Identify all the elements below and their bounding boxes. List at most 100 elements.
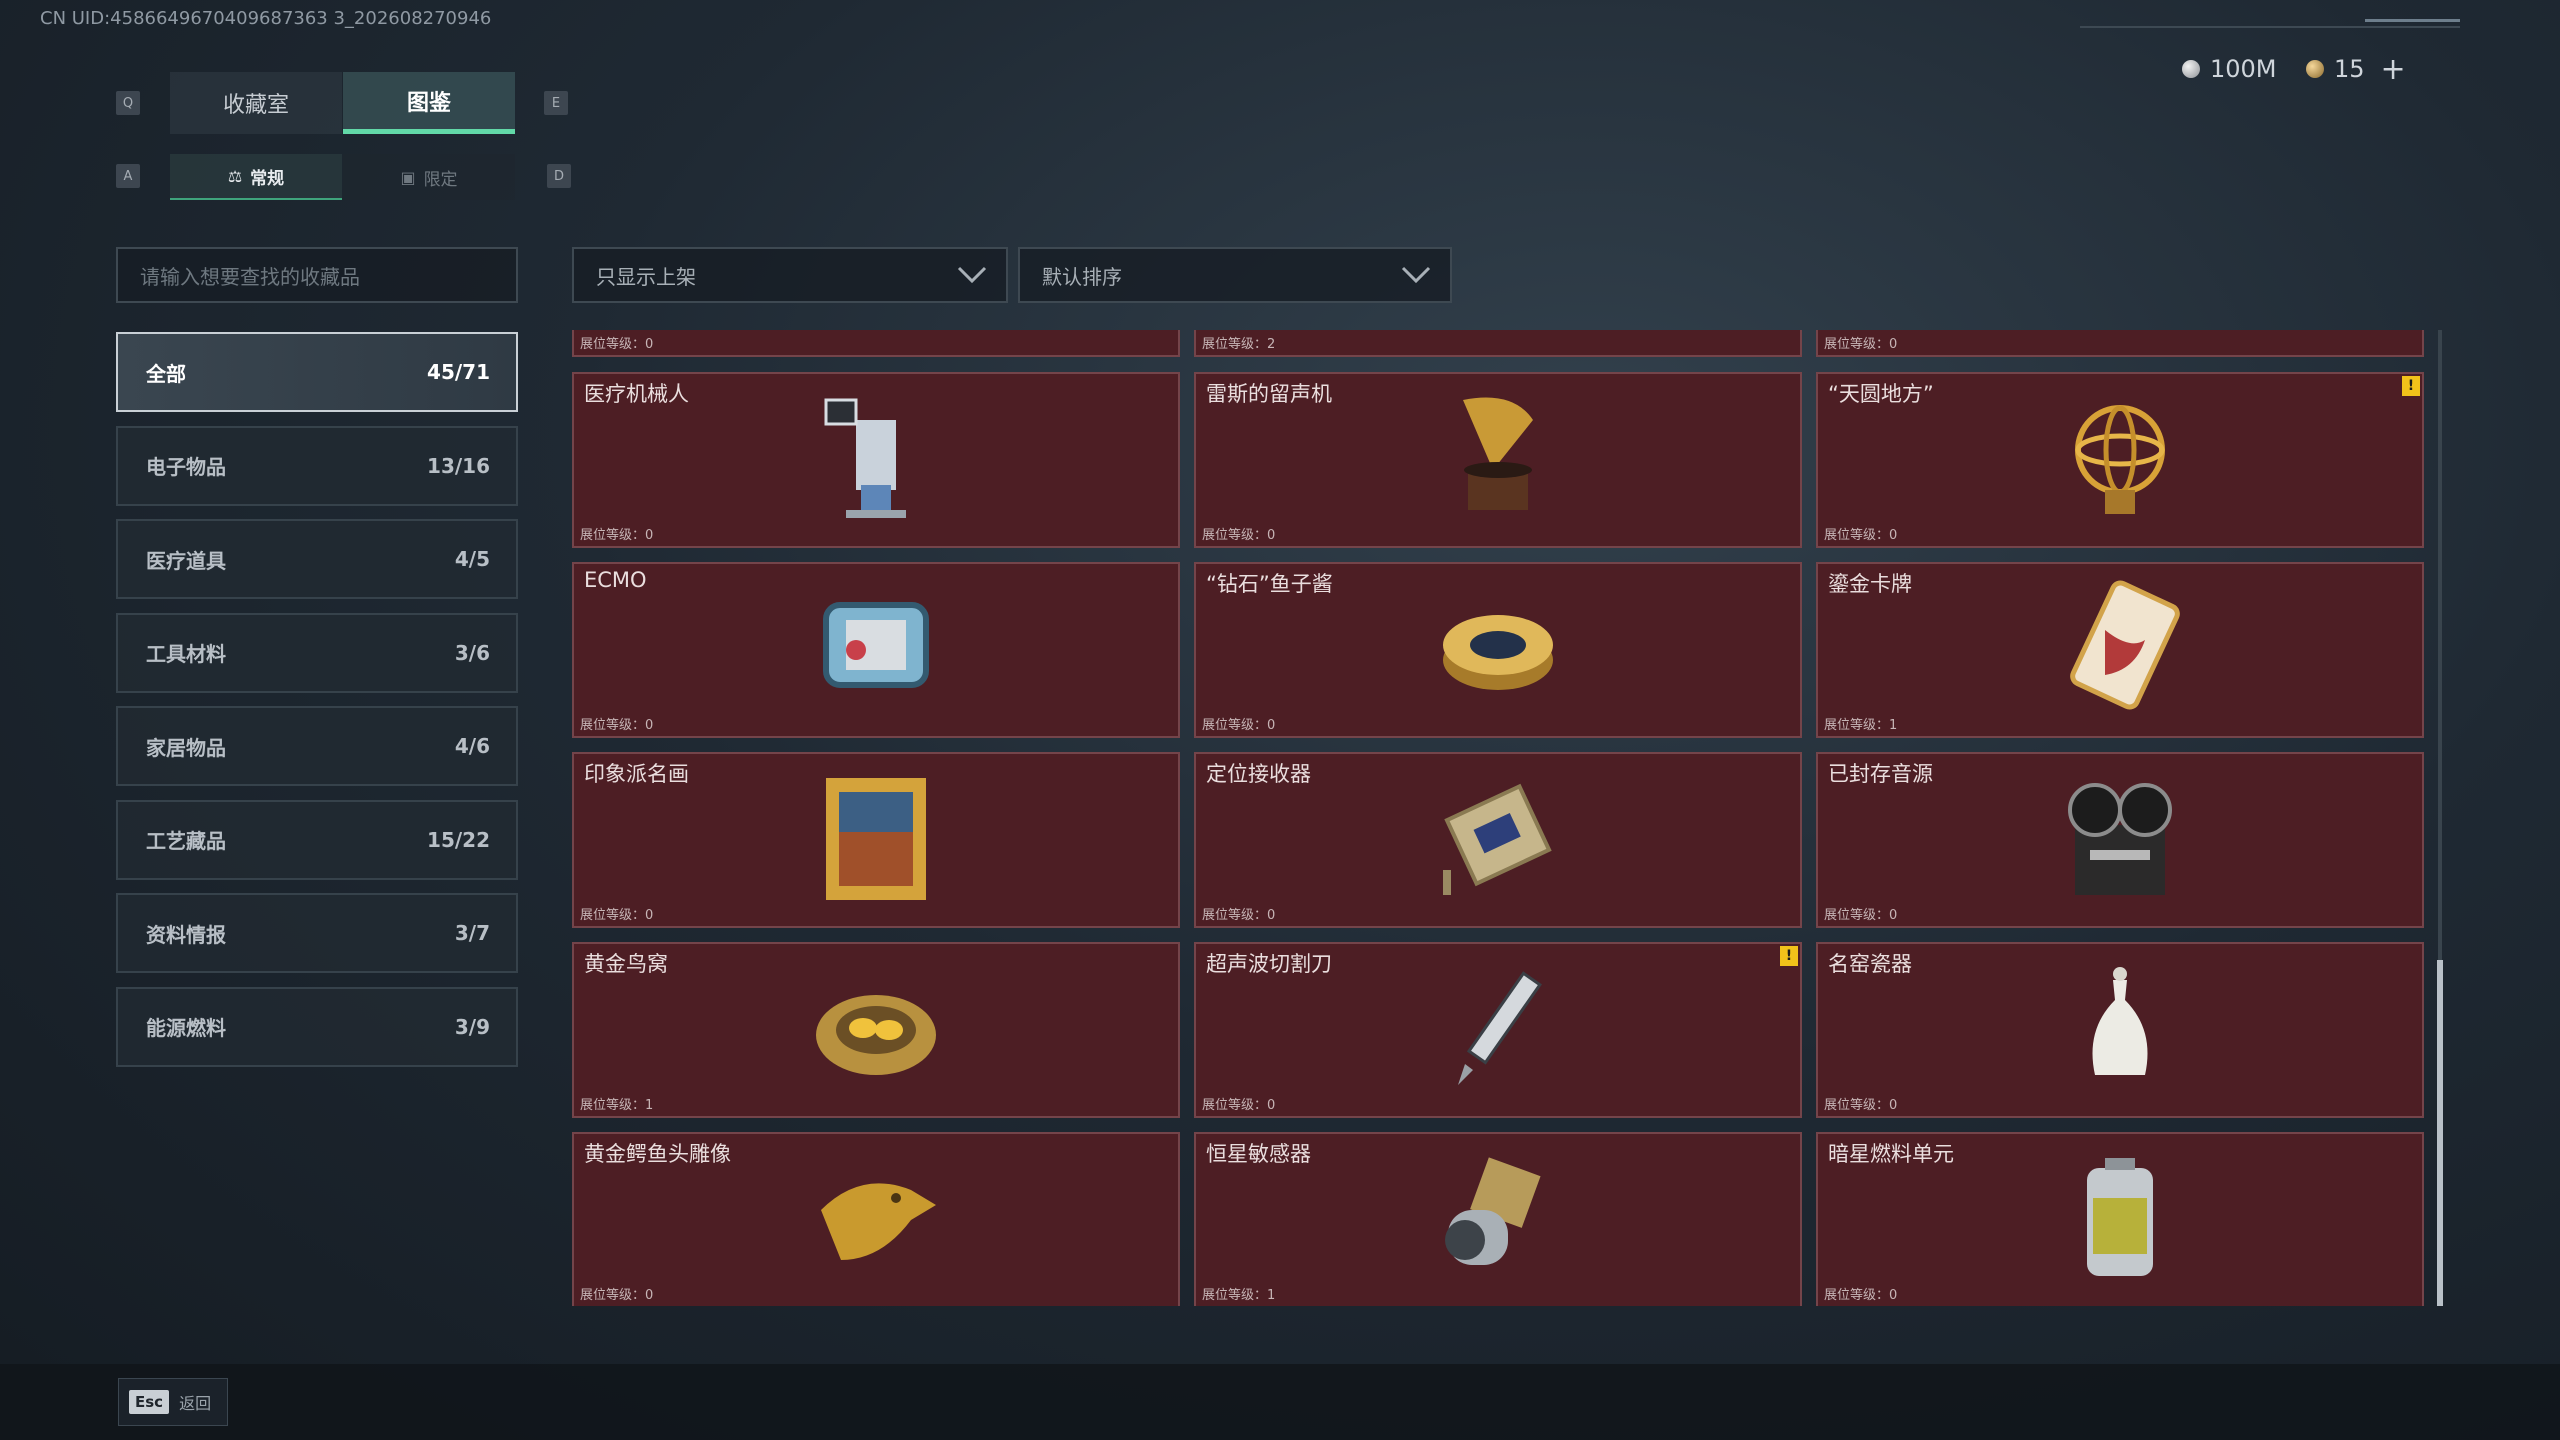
prev-tab-key-hint: Q	[116, 91, 140, 115]
category-label: 电子物品	[146, 455, 226, 479]
item-name: “钻石”鱼子酱	[1206, 572, 1333, 596]
collection-card[interactable]: 超声波切割刀展位等级：0!	[1194, 942, 1802, 1118]
item-name: 名窑瓷器	[1828, 952, 1912, 976]
golden-nest-icon	[801, 960, 951, 1100]
item-name: 恒星敏感器	[1206, 1142, 1311, 1166]
search-input[interactable]: 请输入想要查找的收藏品	[116, 247, 518, 303]
booth-level-label: 展位等级：0	[580, 528, 654, 543]
item-name: 黄金鳄鱼头雕像	[584, 1142, 731, 1166]
collection-card[interactable]: 雷斯的留声机 展位等级：0	[1194, 372, 1802, 548]
collection-card[interactable]: 展位等级：2	[1194, 330, 1802, 357]
booth-level-label: 展位等级：0	[1824, 337, 1898, 352]
porcelain-vase-icon	[2045, 960, 2195, 1100]
booth-level-label: 展位等级：0	[1824, 528, 1898, 543]
category-label: 工具材料	[146, 642, 226, 666]
collection-card[interactable]: 黄金鸟窝 展位等级：1	[572, 942, 1180, 1118]
category-item[interactable]: 工艺藏品 15/22	[116, 799, 518, 880]
item-name: “天圆地方”	[1828, 382, 1934, 406]
sort-dropdown[interactable]: 默认排序	[1018, 247, 1452, 303]
collection-card[interactable]: 黄金鳄鱼头雕像展位等级：0	[572, 1132, 1180, 1306]
sort-value: 默认排序	[1042, 264, 1122, 289]
category-item[interactable]: 能源燃料 3/9	[116, 986, 518, 1067]
booth-level-label: 展位等级：0	[1202, 718, 1276, 733]
fuel-cell-icon	[2045, 1150, 2195, 1290]
uid-label: CN UID:4586649670409687363 3_20260827094…	[40, 8, 492, 29]
chevron-down-icon	[1396, 255, 1436, 295]
collection-card[interactable]: “天圆地方” 展位等级：0!	[1816, 372, 2424, 548]
category-count: 45/71	[427, 360, 490, 384]
item-name: 鎏金卡牌	[1828, 572, 1912, 596]
collection-card[interactable]: 定位接收器 展位等级：0	[1194, 752, 1802, 928]
gilded-card-icon	[2045, 580, 2195, 720]
item-name: 超声波切割刀	[1206, 952, 1332, 976]
subtab-regular[interactable]: ⚖ 常规	[170, 154, 342, 200]
silver-coin-icon	[2182, 60, 2200, 78]
collection-card[interactable]: 鎏金卡牌展位等级：1	[1816, 562, 2424, 738]
collection-card[interactable]: 医疗机械人展位等级：0	[572, 372, 1180, 548]
collection-card[interactable]: “钻石”鱼子酱展位等级：0	[1194, 562, 1802, 738]
category-count: 3/7	[454, 921, 490, 945]
category-item[interactable]: 全部 45/71	[116, 332, 518, 412]
chevron-down-icon	[952, 255, 992, 295]
collection-card[interactable]: 展位等级：0	[572, 330, 1180, 357]
shelf-filter-dropdown[interactable]: 只显示上架	[572, 247, 1008, 303]
collection-card[interactable]: 恒星敏感器 展位等级：1	[1194, 1132, 1802, 1306]
reel-recorder-icon	[2045, 770, 2195, 910]
collection-card[interactable]: ECMO 展位等级：0	[572, 562, 1180, 738]
silver-currency: 100M	[2182, 52, 2277, 86]
booth-level-label: 展位等级：2	[1202, 337, 1276, 352]
category-count: 3/9	[454, 1014, 490, 1039]
caviar-tin-icon	[1423, 580, 1573, 720]
booth-level-label: 展位等级：0	[1202, 528, 1276, 543]
gps-receiver-icon	[1423, 770, 1573, 910]
category-item[interactable]: 电子物品 13/16	[116, 425, 518, 506]
prev-subtab-key-hint: A	[116, 164, 140, 188]
warning-badge-icon: !	[2402, 376, 2420, 396]
booth-level-label: 展位等级：0	[1824, 1288, 1898, 1303]
item-name: 暗星燃料单元	[1828, 1142, 1954, 1166]
category-count: 3/6	[454, 640, 490, 665]
category-item[interactable]: 家居物品 4/6	[116, 706, 518, 786]
scrollbar-thumb[interactable]	[2437, 960, 2443, 1306]
silver-amount: 100M	[2210, 55, 2277, 83]
back-button[interactable]: Esc 返回	[118, 1378, 228, 1426]
ecmo-machine-icon	[801, 580, 951, 720]
warning-badge-icon: !	[1780, 946, 1798, 966]
framed-painting-icon	[801, 770, 951, 910]
bottom-bar	[0, 1364, 2560, 1440]
booth-level-label: 展位等级：0	[1202, 1098, 1276, 1113]
category-label: 家居物品	[146, 735, 226, 760]
tab-catalog[interactable]: 图鉴	[343, 72, 515, 134]
item-name: 医疗机械人	[584, 382, 689, 406]
category-label: 能源燃料	[146, 1016, 226, 1040]
booth-level-label: 展位等级：0	[580, 337, 654, 352]
tab-collection-room[interactable]: 收藏室	[170, 72, 342, 134]
category-item[interactable]: 资料情报 3/7	[116, 893, 518, 973]
medical-robot-icon	[801, 390, 951, 530]
collection-grid: 展位等级：0 展位等级：2 展位等级：0 医疗机械人 展位等级：0 雷斯的留声机 展位等级：…	[572, 330, 2426, 1306]
booth-level-label: 展位等级：1	[1824, 718, 1898, 733]
collection-card[interactable]: 暗星燃料单元展位等级：0	[1816, 1132, 2424, 1306]
booth-level-label: 展位等级：0	[1824, 908, 1898, 923]
golden-crocodile-icon	[801, 1150, 951, 1290]
category-count: 4/6	[454, 734, 490, 758]
gramophone-icon	[1423, 390, 1573, 530]
category-item[interactable]: 医疗道具 4/5	[116, 519, 518, 599]
booth-level-label: 展位等级：0	[580, 1288, 654, 1303]
add-currency-button[interactable]: +	[2381, 52, 2406, 87]
esc-key-hint: Esc	[129, 1390, 170, 1414]
ultrasonic-cutter-icon	[1423, 960, 1573, 1100]
star-sensor-icon	[1423, 1150, 1573, 1290]
subtab-limited[interactable]: ▣ 限定	[343, 154, 515, 200]
item-name: 已封存音源	[1828, 762, 1933, 786]
item-name: 定位接收器	[1206, 762, 1311, 786]
category-count: 13/16	[427, 453, 490, 478]
collection-card[interactable]: 已封存音源展位等级：0	[1816, 752, 2424, 928]
collection-card[interactable]: 印象派名画 展位等级：0	[572, 752, 1180, 928]
gold-amount: 15	[2334, 55, 2365, 83]
category-item[interactable]: 工具材料 3/6	[116, 612, 518, 693]
collection-card[interactable]: 展位等级：0	[1816, 330, 2424, 357]
collection-card[interactable]: 名窑瓷器 展位等级：0	[1816, 942, 2424, 1118]
booth-level-label: 展位等级：1	[580, 1098, 654, 1113]
back-label: 返回	[179, 1394, 212, 1413]
